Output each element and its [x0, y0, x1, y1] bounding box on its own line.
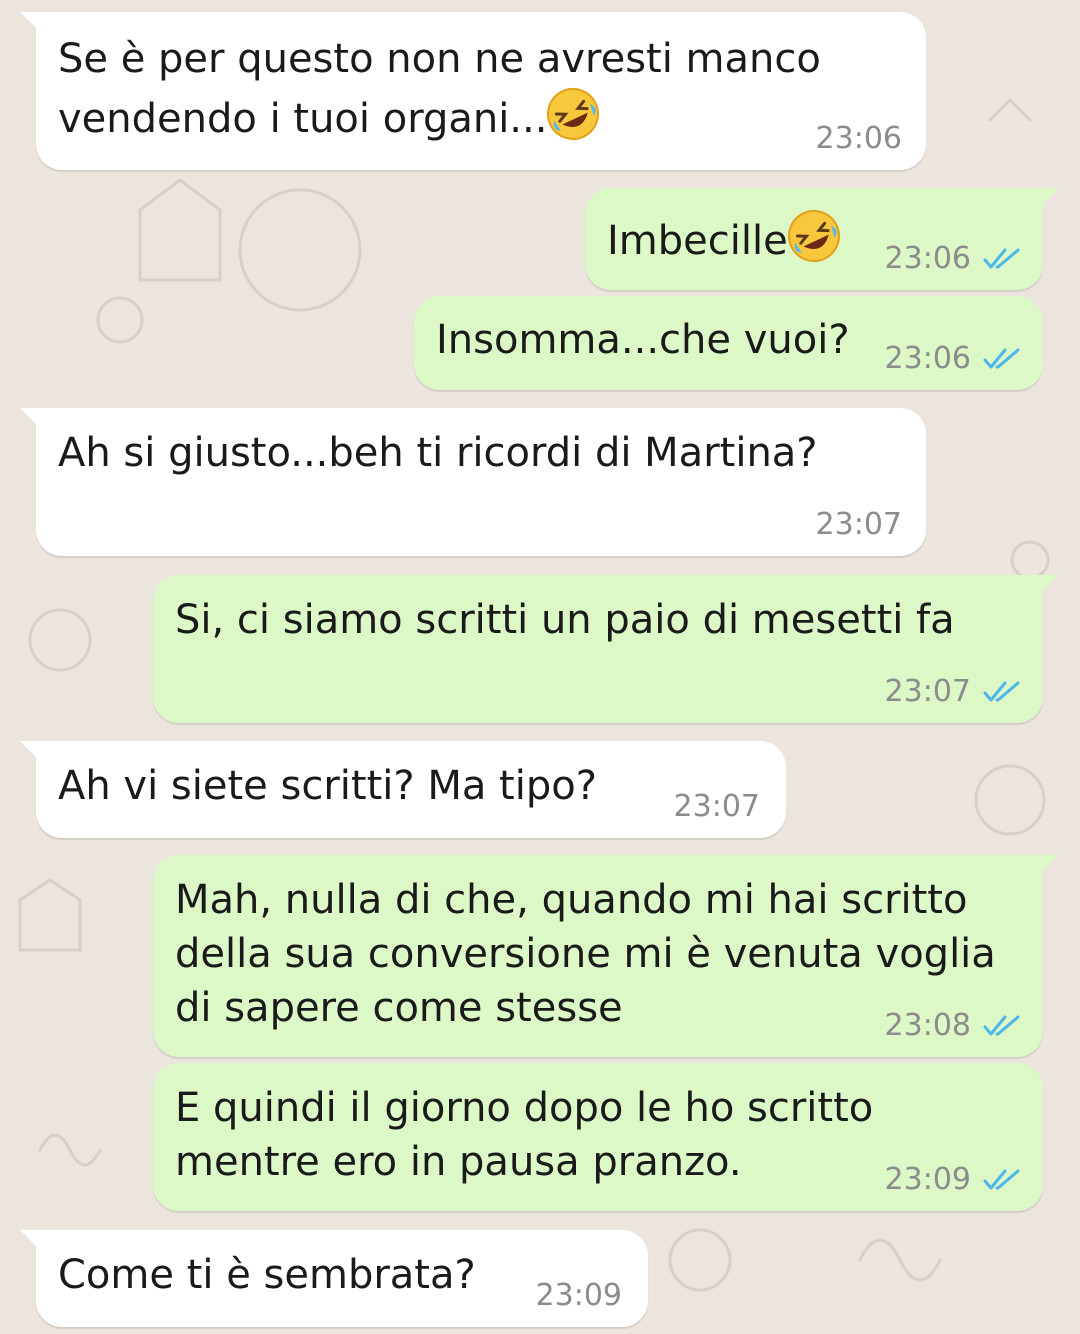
double-check-icon — [983, 681, 1021, 703]
rolling-on-floor-laughing-emoji — [545, 86, 601, 142]
bubble-tail — [20, 12, 42, 34]
message-bubble-outgoing[interactable]: Imbecille 23:06 — [585, 188, 1059, 290]
bubble-tail — [20, 741, 42, 763]
bubble-tail — [1037, 575, 1059, 597]
message-meta: 23:06 — [885, 341, 1021, 376]
bubble-tail — [20, 1230, 42, 1252]
double-check-icon — [983, 348, 1021, 370]
message-meta: 23:06 — [885, 241, 1021, 276]
message-timestamp: 23:07 — [815, 507, 902, 542]
message-bubble-outgoing[interactable]: Mah, nulla di che, quando mi hai scritto… — [153, 855, 1059, 1057]
message-timestamp: 23:07 — [884, 674, 971, 709]
bubble-tail — [1037, 855, 1059, 877]
double-check-icon — [983, 1169, 1021, 1191]
message-text: Mah, nulla di che, quando mi hai scritto… — [175, 877, 996, 1031]
message-text: Si, ci siamo scritti un paio di mesetti … — [175, 597, 955, 643]
message-meta: 23:07 — [885, 674, 1021, 709]
message-bubble-incoming[interactable]: Ah vi siete scritti? Ma tipo? 23:07 — [20, 741, 786, 838]
bubble-tail — [1037, 188, 1059, 210]
message-text: Ah vi siete scritti? Ma tipo? — [58, 763, 597, 809]
message-bubble-incoming[interactable]: Come ti è sembrata? 23:09 — [20, 1230, 648, 1327]
message-meta: 23:07 — [674, 789, 760, 824]
double-check-icon — [983, 248, 1021, 270]
double-check-icon — [983, 1015, 1021, 1037]
message-meta: 23:09 — [536, 1278, 622, 1313]
message-bubble-outgoing[interactable]: Insomma...che vuoi? 23:06 — [414, 296, 1043, 390]
rolling-on-floor-laughing-emoji — [786, 208, 842, 264]
message-timestamp: 23:06 — [884, 241, 971, 276]
message-text: Ah si giusto...beh ti ricordi di Martina… — [58, 430, 818, 476]
message-timestamp: 23:08 — [884, 1008, 971, 1043]
bubble-tail — [20, 408, 42, 430]
message-text: Se è per questo non ne avresti manco ven… — [58, 32, 821, 146]
message-text: Imbecille — [607, 208, 842, 268]
message-text: E quindi il giorno dopo le ho scritto me… — [175, 1085, 874, 1185]
message-timestamp: 23:09 — [884, 1162, 971, 1197]
message-meta: 23:08 — [885, 1008, 1021, 1043]
message-meta: 23:06 — [816, 121, 902, 156]
message-bubble-outgoing[interactable]: E quindi il giorno dopo le ho scritto me… — [153, 1063, 1043, 1211]
message-text: Come ti è sembrata? — [58, 1252, 476, 1298]
message-meta: 23:09 — [885, 1162, 1021, 1197]
message-timestamp: 23:06 — [815, 121, 902, 156]
message-timestamp: 23:09 — [535, 1278, 622, 1313]
message-timestamp: 23:07 — [673, 789, 760, 824]
message-bubble-incoming[interactable]: Ah si giusto...beh ti ricordi di Martina… — [20, 408, 926, 556]
message-bubble-outgoing[interactable]: Si, ci siamo scritti un paio di mesetti … — [153, 575, 1059, 723]
message-text: Insomma...che vuoi? — [436, 317, 850, 363]
message-bubble-incoming[interactable]: Se è per questo non ne avresti manco ven… — [20, 12, 926, 170]
message-timestamp: 23:06 — [884, 341, 971, 376]
message-meta: 23:07 — [816, 507, 902, 542]
